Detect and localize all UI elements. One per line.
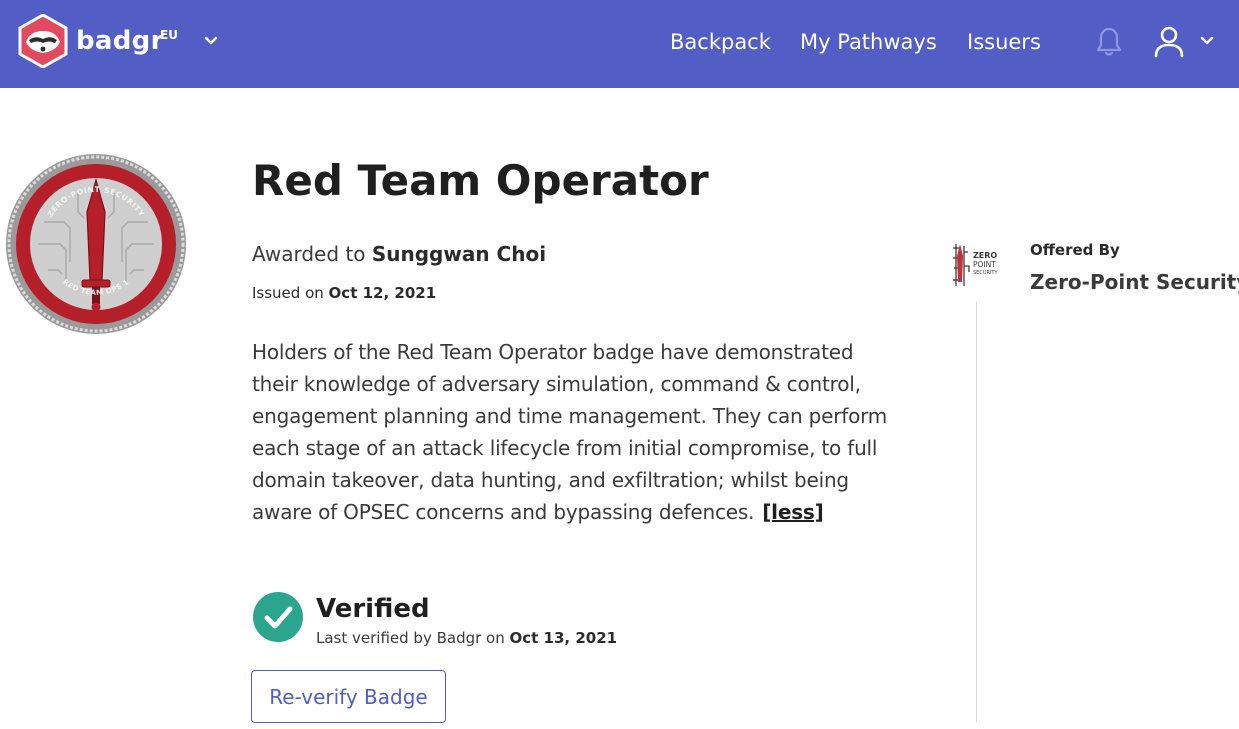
last-verified: Last verified by Badgr on Oct 13, 2021: [316, 627, 617, 649]
issued-prefix: Issued on: [252, 284, 324, 302]
recipient-name: Sunggwan Choi: [371, 242, 547, 266]
last-verified-prefix: Last verified by Badgr on: [316, 629, 505, 647]
issuer-name-link[interactable]: Zero-Point Security: [1030, 268, 1239, 296]
issuer-logo-text-1: ZERO: [973, 251, 997, 260]
nav-my-pathways[interactable]: My Pathways: [800, 28, 937, 56]
zero-point-security-logo-icon[interactable]: ZERO POINT SECURITY: [950, 242, 1002, 290]
chevron-down-icon[interactable]: [202, 32, 220, 50]
last-verified-date: Oct 13, 2021: [509, 629, 618, 647]
awarded-prefix: Awarded to: [252, 242, 366, 266]
reverify-badge-button[interactable]: Re-verify Badge: [251, 670, 446, 723]
brand-region: EU: [160, 28, 178, 42]
brand-name[interactable]: badgr: [76, 24, 164, 58]
issuer-logo-text-3: SECURITY: [973, 270, 998, 276]
description-text: Holders of the Red Team Operator badge h…: [252, 340, 888, 524]
verified-status: Verified: [316, 594, 430, 624]
badge-title: Red Team Operator: [252, 156, 709, 205]
user-icon[interactable]: [1153, 24, 1185, 58]
bell-icon[interactable]: [1095, 26, 1123, 58]
issued-on: Issued on Oct 12, 2021: [252, 282, 436, 304]
issuer-logo-text-2: POINT: [973, 260, 996, 269]
top-navbar: badgr EU Backpack My Pathways Issuers: [0, 0, 1239, 88]
chevron-down-icon[interactable]: [1198, 32, 1216, 50]
nav-issuers[interactable]: Issuers: [967, 28, 1041, 56]
issued-date: Oct 12, 2021: [328, 284, 437, 302]
timeline-divider: [976, 302, 977, 722]
badge-image: ZERO-POINT SECURITY RED TEAM OPS 1: [6, 154, 186, 334]
awarded-to: Awarded to Sunggwan Choi: [252, 240, 546, 268]
nav-backpack[interactable]: Backpack: [670, 28, 771, 56]
badge-description: Holders of the Red Team Operator badge h…: [252, 336, 892, 528]
show-less-link[interactable]: [less]: [762, 500, 824, 524]
offered-by-label: Offered By: [1030, 241, 1120, 259]
check-circle-icon: [253, 592, 303, 642]
badgr-logo-icon[interactable]: [16, 14, 70, 68]
